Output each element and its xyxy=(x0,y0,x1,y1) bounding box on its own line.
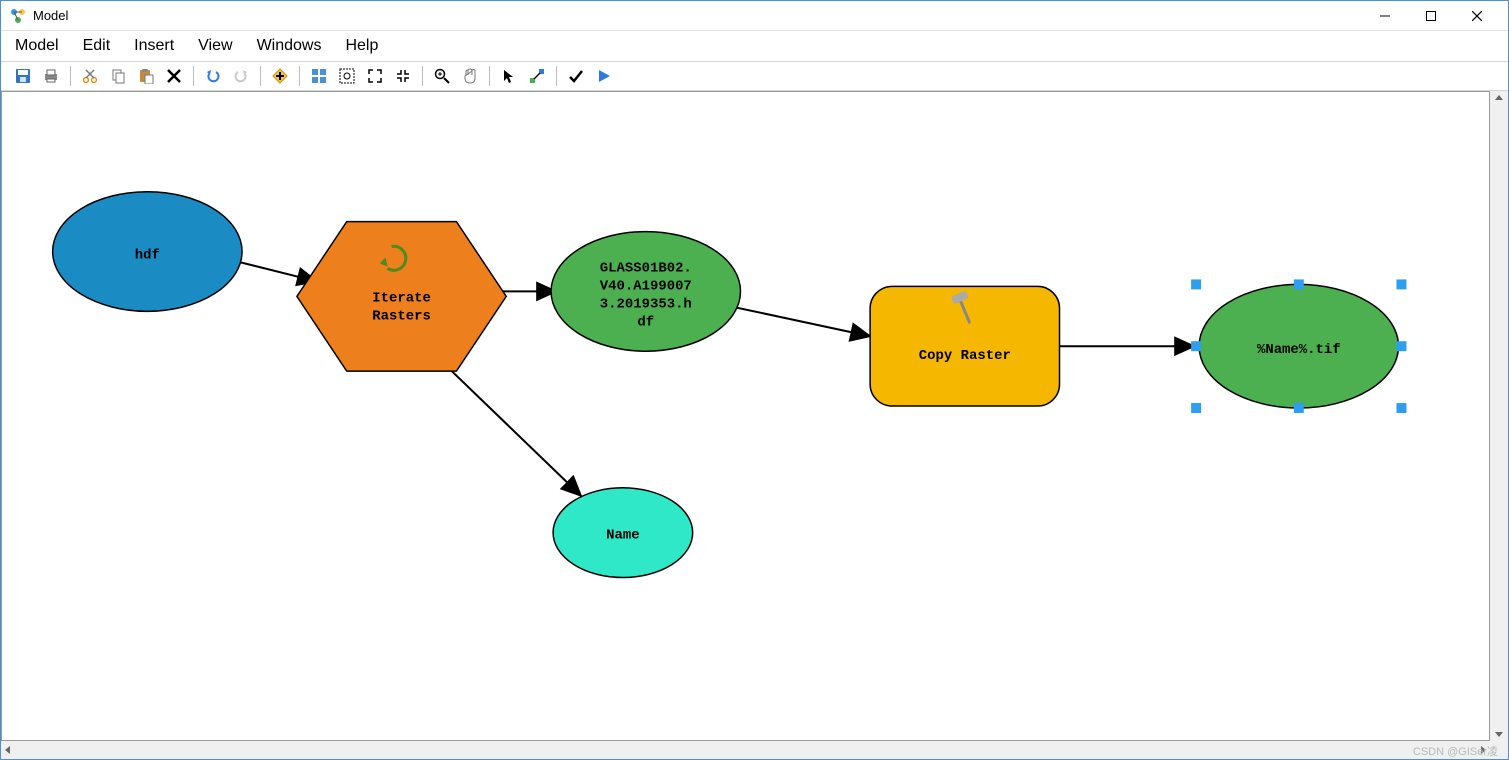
full-extent-icon[interactable] xyxy=(335,64,359,88)
minimize-button[interactable] xyxy=(1362,1,1408,31)
toolbar-separator xyxy=(193,66,194,86)
redo-icon[interactable] xyxy=(229,64,253,88)
node-glass-l2: V40.A199007 xyxy=(600,278,692,294)
delete-icon[interactable] xyxy=(162,64,186,88)
menu-view[interactable]: View xyxy=(198,37,232,55)
connector[interactable] xyxy=(441,361,581,496)
node-glass-l1: GLASS01B02. xyxy=(600,260,692,276)
zoom-in-rect-icon[interactable] xyxy=(363,64,387,88)
toolbar-separator xyxy=(422,66,423,86)
close-button[interactable] xyxy=(1454,1,1500,31)
node-copy[interactable]: Copy Raster xyxy=(870,286,1059,406)
pointer-icon[interactable] xyxy=(497,64,521,88)
paste-icon[interactable] xyxy=(134,64,158,88)
watermark: CSDN @GISer凌 xyxy=(1413,743,1498,759)
undo-icon[interactable] xyxy=(201,64,225,88)
connector[interactable] xyxy=(731,306,871,336)
toolbar-separator xyxy=(260,66,261,86)
maximize-button[interactable] xyxy=(1408,1,1454,31)
menu-edit[interactable]: Edit xyxy=(83,37,111,55)
run-icon[interactable] xyxy=(592,64,616,88)
print-icon[interactable] xyxy=(39,64,63,88)
toolbar-separator xyxy=(70,66,71,86)
node-output-label: %Name%.tif xyxy=(1257,342,1341,358)
app-icon xyxy=(9,7,27,25)
menu-insert[interactable]: Insert xyxy=(134,37,174,55)
menu-model[interactable]: Model xyxy=(15,37,59,55)
menubar: Model Edit Insert View Windows Help xyxy=(1,31,1508,61)
vertical-scrollbar[interactable] xyxy=(1490,91,1508,741)
node-iterate-label1: Iterate xyxy=(372,290,431,306)
add-data-icon[interactable] xyxy=(268,64,292,88)
node-name-label: Name xyxy=(606,528,639,544)
content-area: hdf Iterate Rasters GLASS01B02. V40.A199… xyxy=(1,91,1508,759)
toolbar-separator xyxy=(489,66,490,86)
menu-help[interactable]: Help xyxy=(345,37,378,55)
cut-icon[interactable] xyxy=(78,64,102,88)
connector[interactable] xyxy=(237,261,317,281)
node-copy-label: Copy Raster xyxy=(919,348,1011,364)
magnify-icon[interactable] xyxy=(430,64,454,88)
toolbar xyxy=(1,61,1508,91)
node-iterate[interactable]: Iterate Rasters xyxy=(297,222,506,372)
toolbar-separator xyxy=(556,66,557,86)
canvas[interactable]: hdf Iterate Rasters GLASS01B02. V40.A199… xyxy=(1,91,1490,741)
copy-icon[interactable] xyxy=(106,64,130,88)
node-name[interactable]: Name xyxy=(553,488,693,578)
titlebar: Model xyxy=(1,1,1508,31)
app-window: Model Model Edit Insert View Windows Hel… xyxy=(0,0,1509,760)
window-title: Model xyxy=(33,8,68,23)
node-hdf[interactable]: hdf xyxy=(53,192,242,312)
node-output[interactable]: %Name%.tif xyxy=(1191,279,1406,413)
node-glass-l3: 3.2019353.h xyxy=(600,296,692,312)
pan-icon[interactable] xyxy=(458,64,482,88)
tiles-icon[interactable] xyxy=(307,64,331,88)
horizontal-scrollbar[interactable] xyxy=(1,741,1490,759)
zoom-out-rect-icon[interactable] xyxy=(391,64,415,88)
validate-icon[interactable] xyxy=(564,64,588,88)
node-glass[interactable]: GLASS01B02. V40.A199007 3.2019353.h df xyxy=(551,232,740,352)
menu-windows[interactable]: Windows xyxy=(257,37,322,55)
node-hdf-label: hdf xyxy=(135,247,160,263)
toolbar-separator xyxy=(299,66,300,86)
node-iterate-label2: Rasters xyxy=(372,308,431,324)
save-icon[interactable] xyxy=(11,64,35,88)
model-diagram[interactable]: hdf Iterate Rasters GLASS01B02. V40.A199… xyxy=(2,92,1489,740)
node-glass-l4: df xyxy=(637,314,654,330)
connect-icon[interactable] xyxy=(525,64,549,88)
